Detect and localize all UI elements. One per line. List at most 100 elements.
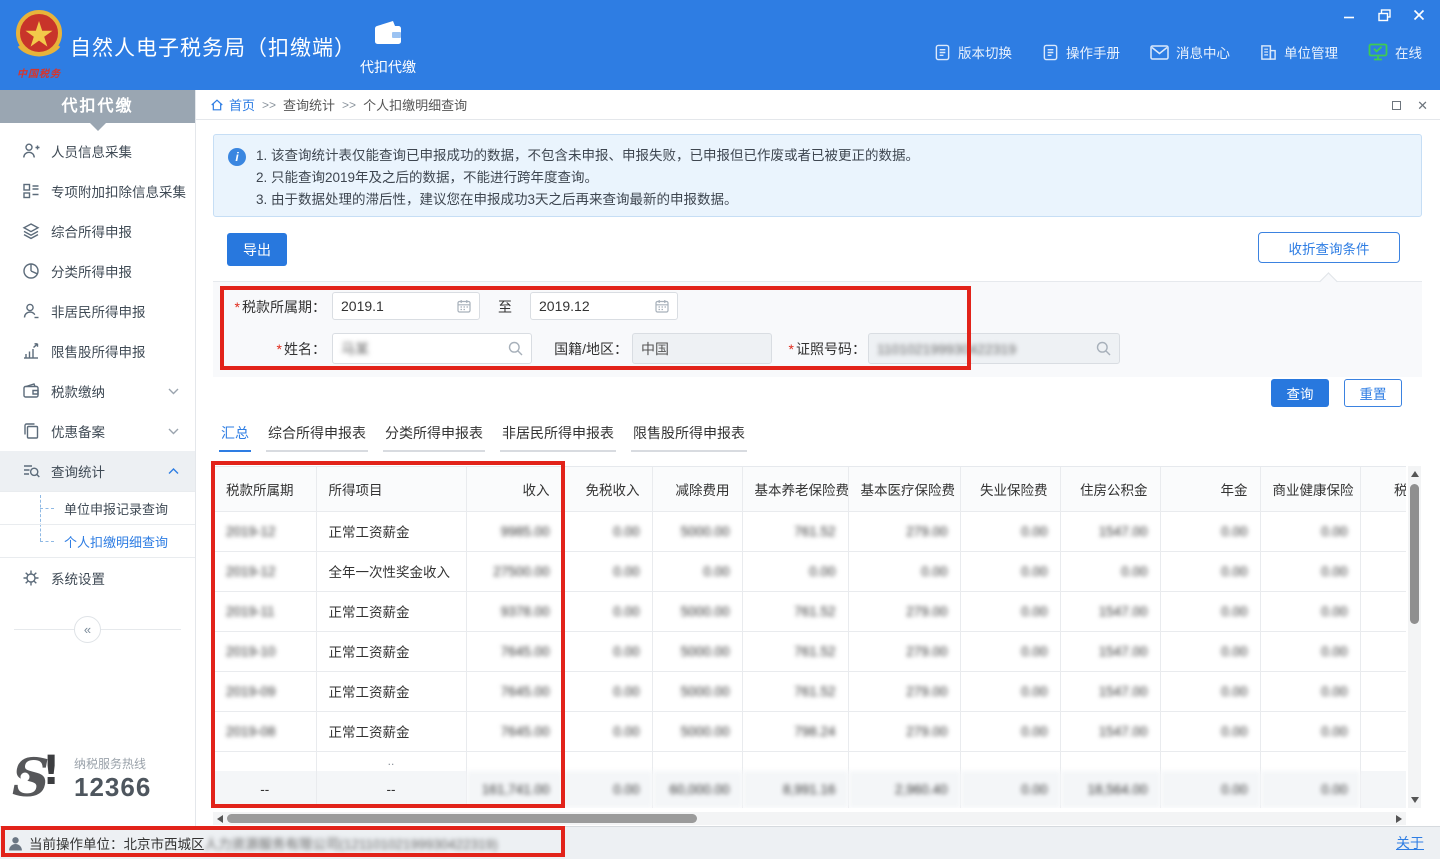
table-cell: 0.00 — [1160, 631, 1260, 671]
total-row: ----161,741.000.0060,000.008,991.162,960… — [214, 771, 1406, 808]
search-icon[interactable] — [1096, 341, 1111, 356]
sidebar-item-special-deduction[interactable]: 专项附加扣除信息采集 — [0, 171, 195, 211]
maximize-pane-icon[interactable] — [1392, 101, 1401, 110]
table-cell: 0.00 — [960, 671, 1060, 711]
close-icon[interactable] — [1408, 6, 1430, 24]
table-cell — [742, 751, 848, 771]
sidebar-item-tax-payment[interactable]: 税款缴纳 — [0, 371, 195, 411]
calendar-icon[interactable] — [655, 299, 669, 313]
tab-withholding[interactable]: 代扣代缴 — [348, 20, 428, 82]
sidebar-item-query-statistics[interactable]: 查询统计 — [0, 451, 195, 491]
export-button[interactable]: 导出 — [227, 233, 287, 266]
period-to-input[interactable]: 2019.12 — [530, 292, 678, 320]
minimize-icon[interactable] — [1338, 6, 1360, 24]
calendar-icon[interactable] — [457, 299, 471, 313]
table-cell: 2019-09 — [214, 671, 316, 711]
table-cell: 5000.00 — [652, 671, 742, 711]
menu-unit-management[interactable]: 单位管理 — [1260, 42, 1338, 62]
table-cell — [1360, 771, 1406, 808]
sidebar-subitem-personal-withholding-query[interactable]: 个人扣缴明细查询 — [0, 524, 195, 557]
table-cell — [466, 751, 562, 771]
table-cell — [960, 751, 1060, 771]
chevron-down-icon — [168, 428, 179, 435]
tab-classified[interactable]: 分类所得申报表 — [383, 423, 485, 452]
table-body: 2019-12正常工资薪金9985.000.005000.00761.52279… — [214, 511, 1406, 808]
menu-message-center[interactable]: 消息中心 — [1150, 42, 1230, 62]
table-cell: 正常工资薪金 — [316, 511, 466, 551]
table-cell: 0.00 — [1260, 511, 1360, 551]
horizontal-scrollbar[interactable] — [213, 812, 1406, 825]
table-cell — [652, 751, 742, 771]
table-cell: -- — [214, 771, 316, 808]
table-cell: 0.00 — [1160, 711, 1260, 751]
sidebar-item-preferential-record[interactable]: 优惠备案 — [0, 411, 195, 451]
scroll-down-icon[interactable] — [1411, 797, 1419, 803]
table-cell: 0.00 — [1260, 591, 1360, 631]
scroll-up-icon[interactable] — [1411, 471, 1419, 477]
menu-manual[interactable]: 操作手册 — [1042, 42, 1120, 62]
table-cell: 9985.00 — [466, 511, 562, 551]
table-cell: 正常工资薪金 — [316, 711, 466, 751]
tab-restricted-shares[interactable]: 限售股所得申报表 — [631, 423, 747, 452]
tab-comprehensive[interactable]: 综合所得申报表 — [266, 423, 368, 452]
table-cell: 761.52 — [742, 511, 848, 551]
collapse-query-button[interactable]: 收折查询条件 — [1258, 232, 1400, 263]
table-cell: -- — [316, 771, 466, 808]
name-input[interactable]: 马某 — [332, 333, 532, 364]
table-cell: 0.00 — [1260, 671, 1360, 711]
close-pane-icon[interactable]: ✕ — [1417, 98, 1428, 114]
online-status: 在线 — [1368, 42, 1422, 62]
hscroll-thumb[interactable] — [227, 814, 697, 823]
restore-icon[interactable] — [1373, 6, 1395, 24]
breadcrumb-item[interactable]: 查询统计 — [283, 95, 335, 114]
name-label: *姓名： — [236, 339, 326, 359]
table-cell: 2019-10 — [214, 631, 316, 671]
menu-version-switch[interactable]: 版本切换 — [934, 42, 1012, 62]
table-cell: 正常工资薪金 — [316, 631, 466, 671]
period-from-input[interactable]: 2019.1 — [332, 292, 480, 320]
column-header: 基本养老保险费 — [742, 467, 848, 511]
tab-summary[interactable]: 汇总 — [219, 423, 251, 452]
table-cell: 2019-12 — [214, 511, 316, 551]
sidebar-item-classified-income[interactable]: 分类所得申报 — [0, 251, 195, 291]
table-cell: 0.00 — [1060, 551, 1160, 591]
tab-nonresident[interactable]: 非居民所得申报表 — [500, 423, 616, 452]
vertical-scrollbar[interactable] — [1408, 466, 1421, 808]
breadcrumb-home[interactable]: 首页 — [210, 95, 255, 114]
scroll-right-icon[interactable] — [1396, 815, 1402, 823]
table-cell: 0.00 — [562, 631, 652, 671]
vscroll-thumb[interactable] — [1410, 484, 1419, 624]
sidebar-item-nonresident-income[interactable]: 非居民所得申报 — [0, 291, 195, 331]
building-icon — [1260, 44, 1277, 61]
column-header: 收入 — [466, 467, 562, 511]
notice-line: 2. 只能查询2019年及之后的数据，不能进行跨年度查询。 — [256, 167, 1407, 189]
sidebar-item-restricted-shares[interactable]: 限售股所得申报 — [0, 331, 195, 371]
scroll-left-icon[interactable] — [217, 815, 223, 823]
reset-button[interactable]: 重置 — [1344, 379, 1402, 407]
sidebar-collapse-row: « — [0, 604, 195, 656]
search-icon[interactable] — [508, 341, 523, 356]
table-cell — [1360, 511, 1406, 551]
column-header: 税 — [1360, 467, 1406, 511]
sidebar-subitem-unit-declaration-query[interactable]: 单位申报记录查询 — [0, 491, 195, 524]
table-cell: 正常工资薪金 — [316, 671, 466, 711]
sidebar-item-system-settings[interactable]: 系统设置 — [0, 558, 195, 598]
column-header: 年金 — [1160, 467, 1260, 511]
table-cell: 761.52 — [742, 631, 848, 671]
table-cell — [562, 751, 652, 771]
table-cell: 1547.00 — [1060, 511, 1160, 551]
sidebar-item-personnel-info[interactable]: 人员信息采集 — [0, 131, 195, 171]
table-cell: 279.00 — [848, 671, 960, 711]
column-header: 住房公积金 — [1060, 467, 1160, 511]
layers-icon — [22, 222, 40, 240]
query-button[interactable]: 查询 — [1271, 379, 1329, 407]
sidebar-collapse-button[interactable]: « — [74, 616, 101, 643]
table-cell: 0.00 — [562, 671, 652, 711]
table-cell: 5000.00 — [652, 631, 742, 671]
table-cell: 0.00 — [652, 551, 742, 591]
table-cell: 60,000.00 — [652, 771, 742, 808]
tab-withholding-label: 代扣代缴 — [348, 57, 428, 77]
about-link[interactable]: 关于 — [1396, 833, 1424, 853]
sidebar-item-comprehensive-income[interactable]: 综合所得申报 — [0, 211, 195, 251]
id-number-input[interactable]: 110102199930422319 — [868, 333, 1120, 364]
